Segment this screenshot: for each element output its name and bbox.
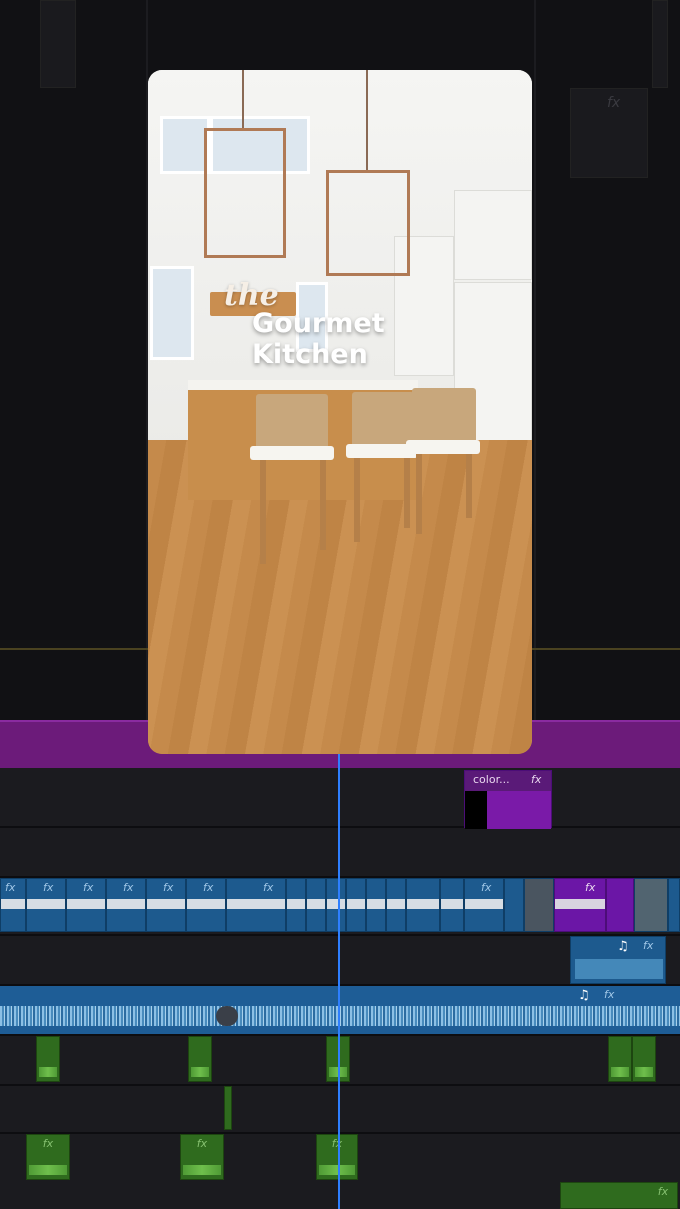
fx-icon: fx: [481, 881, 492, 894]
video-clip[interactable]: [346, 878, 366, 932]
video-clip[interactable]: [326, 878, 346, 932]
ghost-clip: fx: [570, 88, 648, 178]
graphic-clip[interactable]: fx: [180, 1134, 224, 1180]
color-clip[interactable]: color... fx: [464, 770, 552, 829]
fx-icon: fx: [163, 881, 174, 894]
graphic-clip[interactable]: [36, 1036, 60, 1082]
video-clip[interactable]: fx: [464, 878, 504, 932]
track-separator: [0, 1084, 680, 1086]
video-clip[interactable]: fx: [554, 878, 606, 932]
title-text: Gourmet Kitchen: [252, 308, 385, 370]
video-clip[interactable]: [668, 878, 680, 932]
fx-icon: fx: [585, 881, 596, 894]
graphic-clip[interactable]: [608, 1036, 632, 1082]
graphic-clip[interactable]: fx: [316, 1134, 358, 1180]
video-clip[interactable]: fx: [0, 878, 26, 932]
preview-window: [160, 116, 210, 174]
graphic-clip[interactable]: [188, 1036, 212, 1082]
fx-icon: fx: [643, 939, 654, 952]
fx-icon: fx: [263, 881, 274, 894]
fx-icon: fx: [42, 1137, 54, 1150]
video-clip[interactable]: [366, 878, 386, 932]
panel-divider: [534, 0, 536, 720]
fx-icon: fx: [657, 1185, 669, 1198]
fx-icon: fx: [531, 773, 542, 786]
color-clip-label: color...: [473, 773, 510, 786]
audio-clip[interactable]: ♫ fx: [570, 936, 666, 984]
title-line-1: Gourmet: [252, 308, 385, 339]
video-clip[interactable]: [634, 878, 668, 932]
graphic-clip[interactable]: fx: [26, 1134, 70, 1180]
graphic-clip[interactable]: fx: [560, 1182, 678, 1209]
video-clip[interactable]: [504, 878, 524, 932]
video-clip[interactable]: [606, 878, 634, 932]
fx-icon: fx: [607, 95, 621, 111]
fx-icon: fx: [83, 881, 94, 894]
graphic-clip[interactable]: [632, 1036, 656, 1082]
fx-icon: fx: [203, 881, 214, 894]
fx-icon: fx: [123, 881, 134, 894]
video-clip[interactable]: [386, 878, 406, 932]
fx-icon: fx: [43, 881, 54, 894]
music-track[interactable]: ♫ fx: [0, 986, 680, 1034]
preview-cabinet: [454, 190, 532, 280]
ghost-clip: [40, 0, 76, 88]
video-clip[interactable]: [524, 878, 554, 932]
ghost-clip: [652, 0, 668, 88]
fx-icon: fx: [604, 988, 615, 1001]
video-clip[interactable]: fx: [146, 878, 186, 932]
video-clip[interactable]: [406, 878, 440, 932]
video-clip[interactable]: [286, 878, 306, 932]
fx-icon: fx: [196, 1137, 208, 1150]
timeline[interactable]: color... fx fx fx fx fx fx fx fx fx fx ♫…: [0, 768, 680, 1209]
video-clip[interactable]: fx: [66, 878, 106, 932]
fx-icon: fx: [331, 1137, 343, 1150]
video-clip[interactable]: fx: [186, 878, 226, 932]
track-separator: [0, 826, 680, 828]
graphic-clip[interactable]: [224, 1086, 232, 1130]
video-clip[interactable]: fx: [106, 878, 146, 932]
audio-waveform: [0, 1006, 680, 1026]
title-line-2: Kitchen: [252, 339, 368, 370]
playhead[interactable]: [338, 754, 340, 1209]
fx-icon: fx: [5, 881, 16, 894]
music-note-icon: ♫: [578, 988, 590, 1003]
preview-window: [150, 266, 194, 360]
video-preview[interactable]: the Gourmet Kitchen: [148, 70, 532, 754]
video-clip[interactable]: fx: [26, 878, 66, 932]
video-clip[interactable]: [440, 878, 464, 932]
video-clip[interactable]: [306, 878, 326, 932]
video-clip[interactable]: fx: [226, 878, 286, 932]
music-note-icon: ♫: [617, 939, 629, 954]
keyframe-handle[interactable]: [216, 1006, 238, 1026]
